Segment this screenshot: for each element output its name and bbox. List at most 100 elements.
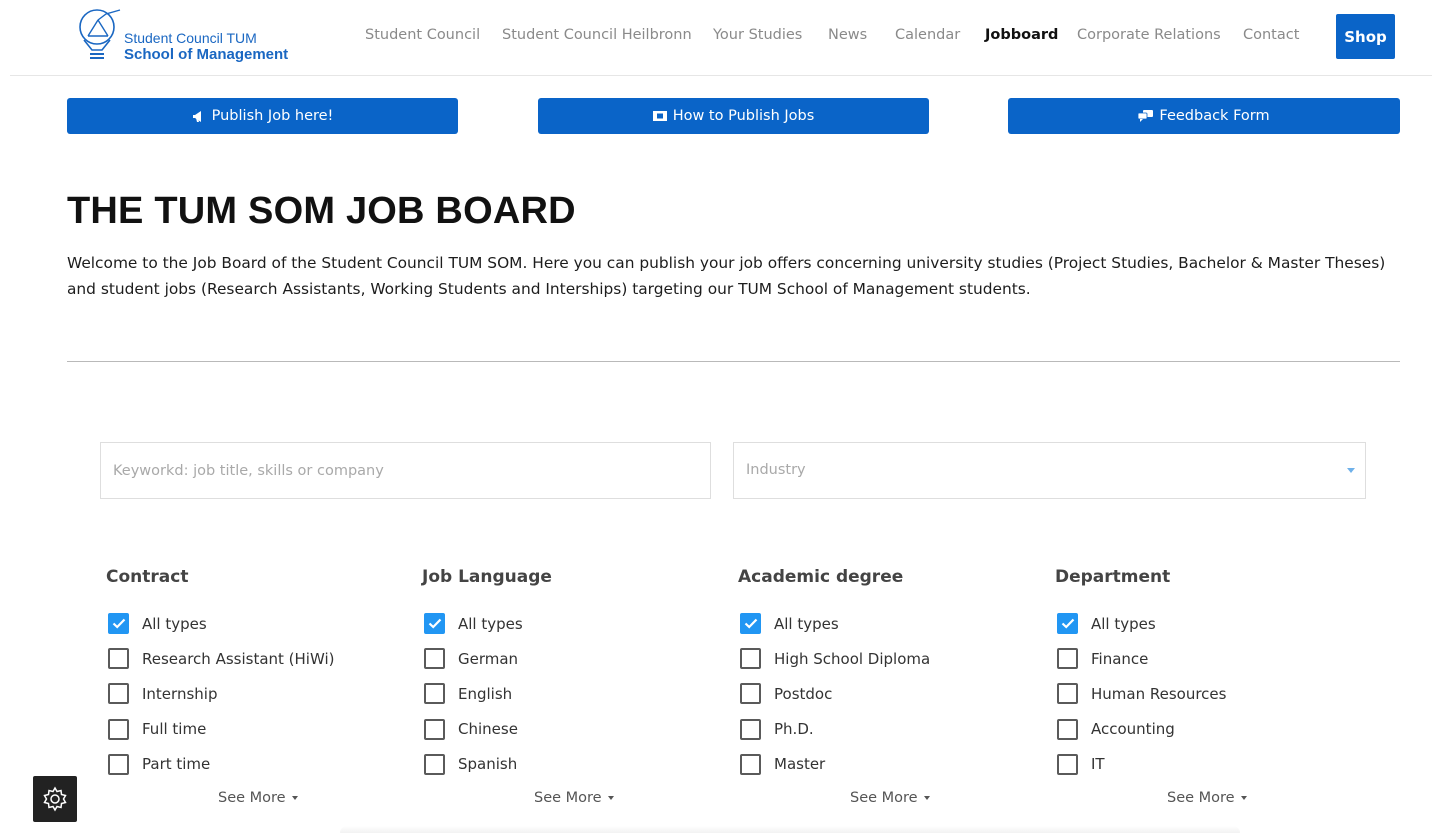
page-title: THE TUM SOM JOB BOARD — [67, 190, 576, 232]
how-to-publish-button[interactable]: How to Publish Jobs — [538, 98, 929, 134]
checkmark-icon — [1061, 618, 1074, 629]
filter-option-label: Full time — [142, 720, 207, 739]
checkbox[interactable] — [108, 683, 129, 705]
nav-contact[interactable]: Contact — [1243, 27, 1299, 43]
checkbox[interactable] — [740, 613, 761, 635]
shop-button[interactable]: Shop — [1336, 14, 1395, 59]
filter-column-department: Department All types Finance Human Resource… — [1055, 565, 1335, 782]
keyword-search-input[interactable] — [100, 442, 711, 499]
chevron-down-icon — [1347, 468, 1355, 473]
filter-option-label: Internship — [142, 684, 218, 703]
nav-student-council[interactable]: Student Council — [365, 27, 480, 43]
publish-job-button[interactable]: Publish Job here! — [67, 98, 458, 134]
checkbox[interactable] — [740, 648, 761, 670]
filter-option[interactable]: Research Assistant (HiWi) — [106, 641, 386, 676]
intro-text: Welcome to the Job Board of the Student … — [67, 254, 1386, 298]
filter-option-label: Research Assistant (HiWi) — [142, 649, 335, 668]
checkbox[interactable] — [424, 753, 445, 775]
logo-text-line2: School of Management — [124, 46, 289, 63]
checkbox[interactable] — [108, 718, 129, 740]
filter-list: All types High School Diploma Postdoc Ph.D.… — [738, 606, 1018, 782]
filter-option-label: Accounting — [1091, 720, 1175, 739]
filter-column-contract: Contract All types Research Assistant (HiW… — [106, 565, 386, 782]
feedback-form-label: Feedback Form — [1159, 108, 1270, 124]
see-more-link[interactable]: See More — [218, 790, 298, 806]
checkbox[interactable] — [424, 718, 445, 740]
filter-option[interactable]: Human Resources — [1055, 676, 1335, 711]
filter-option[interactable]: English — [422, 676, 702, 711]
filter-option-label: Human Resources — [1091, 684, 1227, 703]
feedback-form-button[interactable]: Feedback Form — [1008, 98, 1400, 134]
checkbox[interactable] — [740, 718, 761, 740]
filter-option-label: All types — [774, 614, 839, 633]
filter-option[interactable]: All types — [106, 606, 386, 641]
filter-list: All types Finance Human Resources Accountin… — [1055, 606, 1335, 782]
checkbox[interactable] — [108, 613, 129, 635]
see-more-label: See More — [534, 790, 602, 806]
filter-title: Academic degree — [738, 567, 904, 587]
checkbox[interactable] — [108, 753, 129, 775]
filter-option[interactable]: German — [422, 641, 702, 676]
checkmark-icon — [428, 618, 441, 629]
filter-option-label: All types — [458, 614, 523, 633]
industry-select[interactable]: Industry — [733, 442, 1366, 499]
filter-option[interactable]: Postdoc — [738, 676, 1018, 711]
checkbox[interactable] — [424, 613, 445, 635]
filter-option[interactable]: Spanish — [422, 747, 702, 782]
filter-title: Contract — [106, 567, 189, 587]
caret-down-icon — [291, 796, 298, 800]
filter-option[interactable]: All types — [422, 606, 702, 641]
how-to-publish-label: How to Publish Jobs — [672, 108, 815, 124]
nav-news[interactable]: News — [828, 27, 867, 43]
site-logo[interactable]: Student Council TUM School of Management — [78, 6, 308, 68]
filter-option[interactable]: IT — [1055, 747, 1335, 782]
filter-option[interactable]: Part time — [106, 747, 386, 782]
filter-option-label: Spanish — [458, 755, 518, 774]
filter-list: All types German English Chinese Spanish — [422, 606, 702, 782]
filter-option[interactable]: Chinese — [422, 712, 702, 747]
filter-option[interactable]: Full time — [106, 712, 386, 747]
filter-option[interactable]: High School Diploma — [738, 641, 1018, 676]
logo-text-line1: Student Council TUM — [124, 30, 257, 46]
section-divider — [67, 361, 1400, 362]
nav-corporate-relations[interactable]: Corporate Relations — [1077, 27, 1221, 43]
site-header: Student Council TUM School of Management… — [10, 0, 1432, 76]
nav-jobboard[interactable]: Jobboard — [985, 27, 1058, 43]
see-more-link[interactable]: See More — [1167, 790, 1247, 806]
see-more-label: See More — [850, 790, 918, 806]
filter-title: Job Language — [422, 567, 552, 587]
filter-option[interactable]: Finance — [1055, 641, 1335, 676]
filter-option[interactable]: Accounting — [1055, 712, 1335, 747]
checkbox[interactable] — [1057, 718, 1078, 740]
ticket-icon — [652, 111, 667, 121]
see-more-label: See More — [1167, 790, 1235, 806]
checkbox[interactable] — [740, 683, 761, 705]
settings-button[interactable] — [33, 776, 77, 822]
nav-student-council-heilbronn[interactable]: Student Council Heilbronn — [502, 27, 692, 43]
checkbox[interactable] — [1057, 613, 1078, 635]
filter-option[interactable]: Ph.D. — [738, 712, 1018, 747]
checkbox[interactable] — [1057, 648, 1078, 670]
checkbox[interactable] — [1057, 753, 1078, 775]
see-more-link[interactable]: See More — [850, 790, 930, 806]
filter-option[interactable]: All types — [738, 606, 1018, 641]
megaphone-icon — [192, 110, 206, 123]
filter-option[interactable]: All types — [1055, 606, 1335, 641]
checkbox[interactable] — [1057, 683, 1078, 705]
filter-column-academic-degree: Academic degree All types High School Dipl… — [738, 565, 1018, 782]
see-more-link[interactable]: See More — [534, 790, 614, 806]
checkmark-icon — [112, 618, 125, 629]
filter-option-label: All types — [142, 614, 207, 633]
nav-your-studies[interactable]: Your Studies — [713, 27, 802, 43]
chat-bubbles-icon — [1138, 110, 1154, 122]
filter-option[interactable]: Internship — [106, 676, 386, 711]
filter-option[interactable]: Master — [738, 747, 1018, 782]
checkbox[interactable] — [740, 753, 761, 775]
checkbox[interactable] — [108, 648, 129, 670]
filter-column-job-language: Job Language All types German English Chines… — [422, 565, 702, 782]
checkbox[interactable] — [424, 648, 445, 670]
filter-option-label: High School Diploma — [774, 649, 931, 668]
nav-calendar[interactable]: Calendar — [895, 27, 960, 43]
checkbox[interactable] — [424, 683, 445, 705]
filter-option-label: Finance — [1091, 649, 1149, 668]
